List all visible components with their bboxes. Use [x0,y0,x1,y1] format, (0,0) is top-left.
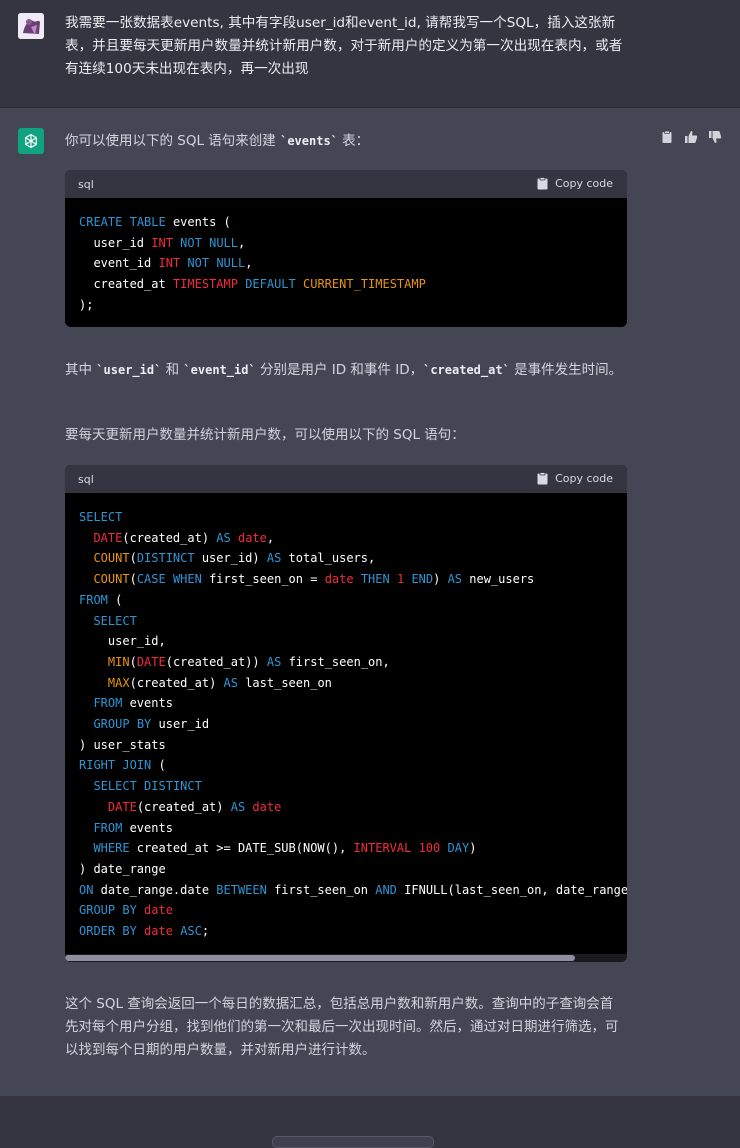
code-header: sql Copy code [65,465,627,493]
para2-text-a: 其中 [65,362,97,378]
intro-paragraph: 你可以使用以下的 SQL 语句来创建 `events` 表： [65,130,625,153]
copy-code-label: Copy code [555,472,613,485]
openai-logo-icon [18,128,44,154]
query-intro-paragraph: 要每天更新用户数量并统计新用户数，可以使用以下的 SQL 语句： [65,427,465,443]
message-actions [660,130,722,144]
inline-code-events: `events` [280,134,338,148]
intro-text-end: 表： [337,133,370,149]
thumbs-down-icon[interactable] [708,130,722,144]
sql-code-create-table: CREATE TABLE events ( user_id INT NOT NU… [79,215,426,312]
user-avatar [18,13,44,39]
para2-text-c: 分别是用户 ID 和事件 ID， [255,362,424,378]
regenerate-button-edge[interactable] [272,1136,434,1148]
clipboard-icon[interactable] [660,130,674,144]
code-scrollbar-thumb[interactable] [65,955,575,961]
summary-paragraph: 这个 SQL 查询会返回一个每日的数据汇总，包括总用户数和新用户数。查询中的子查… [65,996,619,1058]
copy-code-button[interactable]: Copy code [537,472,613,485]
avatar-image [18,13,44,39]
intro-text: 你可以使用以下的 SQL 语句来创建 [65,133,281,149]
code-language: sql [78,473,94,486]
code-header: sql Copy code [65,170,627,198]
code-block-daily-query: sql Copy code SELECT DATE(created_at) AS… [65,465,627,962]
inline-code-user-id: `user_id` [96,363,162,377]
para2-text-b: 和 [161,362,184,378]
code-language: sql [78,178,94,191]
user-message-text: 我需要一张数据表events, 其中有字段user_id和event_id, 请… [65,15,623,77]
user-message: 我需要一张数据表events, 其中有字段user_id和event_id, 请… [0,0,740,108]
copy-code-label: Copy code [555,177,613,190]
clipboard-icon [537,177,548,190]
inline-code-created-at: `created_at` [423,363,510,377]
inline-code-event-id: `event_id` [183,363,256,377]
thumbs-up-icon[interactable] [684,130,698,144]
sql-code-daily-query: SELECT DATE(created_at) AS date, COUNT(D… [79,510,627,939]
explanation-paragraph: 其中 `user_id` 和 `event_id` 分别是用户 ID 和事件 I… [65,359,625,382]
para2-text-d: 是事件发生时间。 [509,362,623,378]
assistant-message: 你可以使用以下的 SQL 语句来创建 `events` 表： sql Copy … [0,108,740,1096]
clipboard-icon [537,472,548,485]
copy-code-button[interactable]: Copy code [537,177,613,190]
code-block-create-table: sql Copy code CREATE TABLE events ( user… [65,170,627,327]
